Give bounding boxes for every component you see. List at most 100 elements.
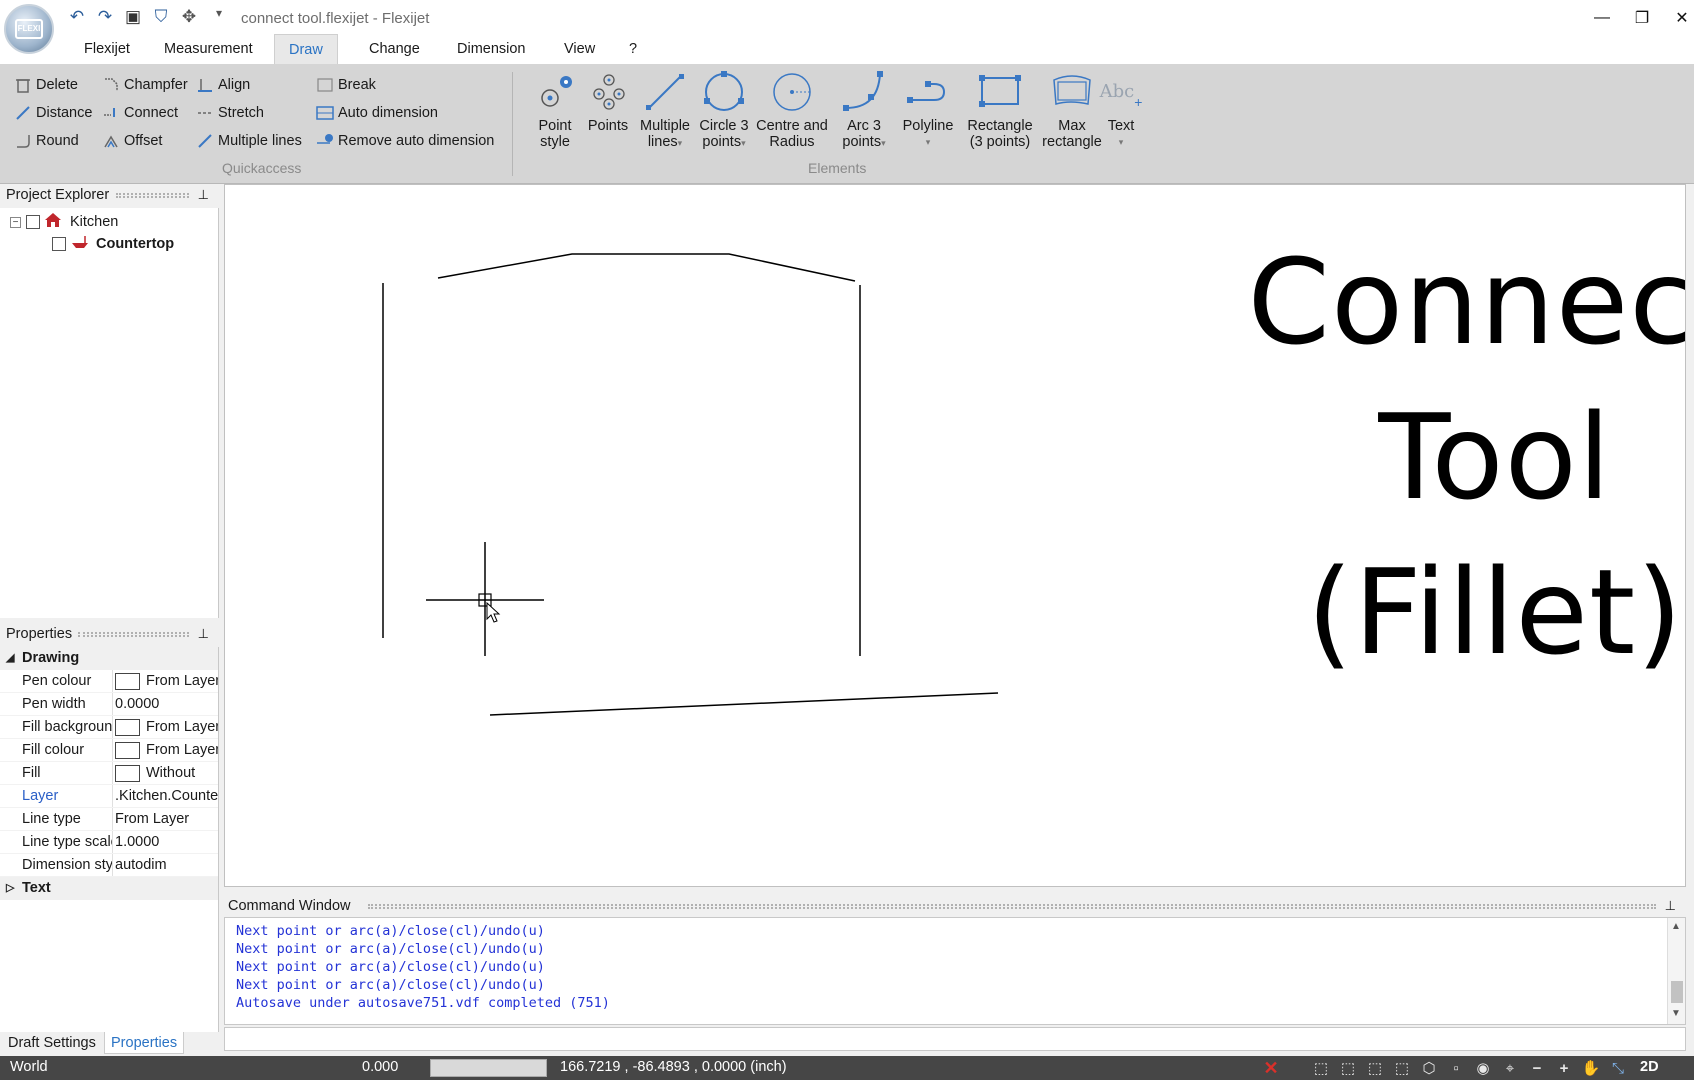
pin-icon[interactable]: ⊥ bbox=[198, 184, 209, 206]
prop-value[interactable]: .Kitchen.Countertop bbox=[115, 785, 218, 808]
prop-value[interactable]: 0.0000 bbox=[115, 693, 218, 716]
remove-auto-dimension-button[interactable]: Remove auto dimension bbox=[316, 130, 494, 152]
prop-row-pen-colour[interactable]: Pen colour From Layer bbox=[0, 670, 218, 693]
application-menu-button[interactable]: FLEXI bbox=[4, 4, 54, 54]
multiple-lines-button[interactable]: Multiple lines bbox=[196, 130, 302, 152]
zoom-extents-icon[interactable]: ⤡ bbox=[1607, 1058, 1629, 1078]
delete-button[interactable]: Delete bbox=[14, 74, 78, 96]
auto-dimension-button[interactable]: Auto dimension bbox=[316, 102, 438, 124]
tab-change[interactable]: Change bbox=[355, 34, 434, 64]
tab-view[interactable]: View bbox=[550, 34, 609, 64]
connect-button[interactable]: Connect bbox=[102, 102, 178, 124]
gamepad-icon[interactable]: ✥ bbox=[178, 6, 200, 28]
rectangle-3-points-button[interactable]: Rectangle (3 points) bbox=[958, 70, 1042, 150]
point-style-button[interactable]: Point style bbox=[533, 70, 577, 150]
arc-3-points-button[interactable]: Arc 3 points▾ bbox=[836, 70, 892, 151]
view-front-icon[interactable]: ⬚ bbox=[1310, 1058, 1332, 1078]
restore-button[interactable]: ❐ bbox=[1627, 6, 1657, 30]
centre-and-radius-button[interactable]: Centre and Radius bbox=[754, 70, 830, 150]
tab-dimension[interactable]: Dimension bbox=[443, 34, 540, 64]
round-button[interactable]: Round bbox=[14, 130, 79, 152]
panel-grip[interactable] bbox=[116, 193, 189, 198]
prop-value[interactable]: autodim bbox=[115, 854, 218, 877]
prop-name: Pen width bbox=[22, 696, 86, 712]
panel-grip[interactable] bbox=[78, 632, 189, 637]
stretch-button[interactable]: Stretch bbox=[196, 102, 264, 124]
prop-row-line-type-scale[interactable]: Line type scale 1.0000 bbox=[0, 831, 218, 854]
arc-3-points-label-1: Arc 3 bbox=[847, 118, 881, 134]
grid-divider bbox=[112, 670, 113, 692]
customize-toolbar-dropdown-icon[interactable]: ▾ bbox=[208, 2, 230, 24]
view-iso-icon[interactable]: ⬡ bbox=[1418, 1058, 1440, 1078]
tab-help[interactable]: ? bbox=[615, 34, 651, 64]
view-mode-2d[interactable]: 2D bbox=[1640, 1059, 1659, 1075]
properties-grid: ◢ Drawing Pen colour From Layer Pen widt… bbox=[0, 647, 219, 1032]
points-button[interactable]: Points bbox=[586, 70, 630, 134]
tab-measurement[interactable]: Measurement bbox=[150, 34, 267, 64]
view-left-icon[interactable]: ⬚ bbox=[1364, 1058, 1386, 1078]
prop-row-fill-colour[interactable]: Fill colour From Layer bbox=[0, 739, 218, 762]
break-button[interactable]: Break bbox=[316, 74, 376, 96]
prop-row-pen-width[interactable]: Pen width 0.0000 bbox=[0, 693, 218, 716]
redo-icon[interactable]: ↷ bbox=[94, 6, 116, 28]
scroll-up-icon[interactable]: ▲ bbox=[1671, 921, 1681, 932]
prop-value[interactable]: From Layer bbox=[115, 739, 218, 762]
close-window-button[interactable]: ✕ bbox=[1667, 6, 1694, 30]
minimize-button[interactable]: — bbox=[1587, 6, 1617, 30]
kitchen-checkbox[interactable] bbox=[26, 215, 40, 229]
cancel-icon[interactable]: ✕ bbox=[1260, 1058, 1282, 1078]
device-icon[interactable]: ⛉ bbox=[150, 6, 172, 28]
prop-row-dimension-style[interactable]: Dimension style autodim bbox=[0, 854, 218, 877]
view-right-icon[interactable]: ⬚ bbox=[1391, 1058, 1413, 1078]
save-icon[interactable]: ▣ bbox=[122, 6, 144, 28]
offset-button[interactable]: Offset bbox=[102, 130, 162, 152]
tab-draw[interactable]: Draw bbox=[274, 34, 338, 64]
pin-icon[interactable]: ⊥ bbox=[1665, 895, 1676, 917]
collapse-icon[interactable]: − bbox=[10, 216, 21, 228]
zoom-out-icon[interactable]: − bbox=[1526, 1058, 1548, 1078]
prop-value[interactable]: 1.0000 bbox=[115, 831, 218, 854]
undo-icon[interactable]: ↶ bbox=[66, 6, 88, 28]
prop-value[interactable]: From Layer bbox=[115, 670, 218, 693]
prop-row-fill[interactable]: Fill Without bbox=[0, 762, 218, 785]
prop-row-layer[interactable]: Layer .Kitchen.Countertop bbox=[0, 785, 218, 808]
command-scrollbar[interactable]: ▲ ▼ bbox=[1667, 918, 1685, 1024]
drawing-canvas[interactable]: Connect Tool (Fillet) bbox=[224, 184, 1686, 887]
distance-button[interactable]: Distance bbox=[14, 102, 92, 124]
prop-row-line-type[interactable]: Line type From Layer bbox=[0, 808, 218, 831]
scroll-down-icon[interactable]: ▼ bbox=[1671, 1008, 1681, 1019]
multiple-lines-big-button[interactable]: Multiple lines▾ bbox=[637, 70, 693, 151]
circle-3-points-button[interactable]: Circle 3 points▾ bbox=[696, 70, 752, 151]
polyline-button[interactable]: Polyline ▾ bbox=[898, 70, 958, 150]
tab-flexijet[interactable]: Flexijet bbox=[70, 34, 144, 64]
prop-value[interactable]: Without bbox=[115, 762, 218, 785]
pan-hand-icon[interactable]: ✋ bbox=[1580, 1058, 1602, 1078]
countertop-checkbox[interactable] bbox=[52, 237, 66, 251]
align-button[interactable]: Align bbox=[196, 74, 250, 96]
prop-row-fill-background[interactable]: Fill background From Layer bbox=[0, 716, 218, 739]
prop-value[interactable]: From Layer bbox=[115, 808, 218, 831]
tree-item-countertop[interactable]: Countertop bbox=[52, 233, 174, 255]
champfer-icon bbox=[102, 76, 120, 94]
view-back-icon[interactable]: ⬚ bbox=[1337, 1058, 1359, 1078]
scroll-thumb[interactable] bbox=[1671, 981, 1683, 1003]
text-button[interactable]: Abc + Text ▾ bbox=[1098, 70, 1144, 150]
tab-draft-settings[interactable]: Draft Settings bbox=[2, 1032, 102, 1054]
tree-item-kitchen[interactable]: − Kitchen bbox=[10, 211, 118, 233]
color-swatch bbox=[115, 742, 140, 759]
command-input[interactable] bbox=[224, 1027, 1686, 1051]
zoom-window-icon[interactable]: ◉ bbox=[1472, 1058, 1494, 1078]
prop-value[interactable]: From Layer bbox=[115, 716, 218, 739]
tab-properties[interactable]: Properties bbox=[104, 1032, 185, 1054]
pin-icon[interactable]: ⊥ bbox=[198, 623, 209, 645]
category-drawing[interactable]: ◢ Drawing bbox=[0, 647, 218, 670]
panel-grip[interactable] bbox=[368, 904, 1656, 909]
view-top-icon[interactable]: ▫ bbox=[1445, 1058, 1467, 1078]
delete-label: Delete bbox=[36, 77, 78, 93]
offset-label: Offset bbox=[124, 133, 163, 149]
champfer-button[interactable]: Champfer bbox=[102, 74, 188, 96]
category-text[interactable]: ▷ Text bbox=[0, 877, 218, 900]
zoom-center-icon[interactable]: ⌖ bbox=[1499, 1058, 1521, 1078]
coordinate-space[interactable]: World bbox=[10, 1059, 48, 1075]
zoom-in-icon[interactable]: + bbox=[1553, 1058, 1575, 1078]
